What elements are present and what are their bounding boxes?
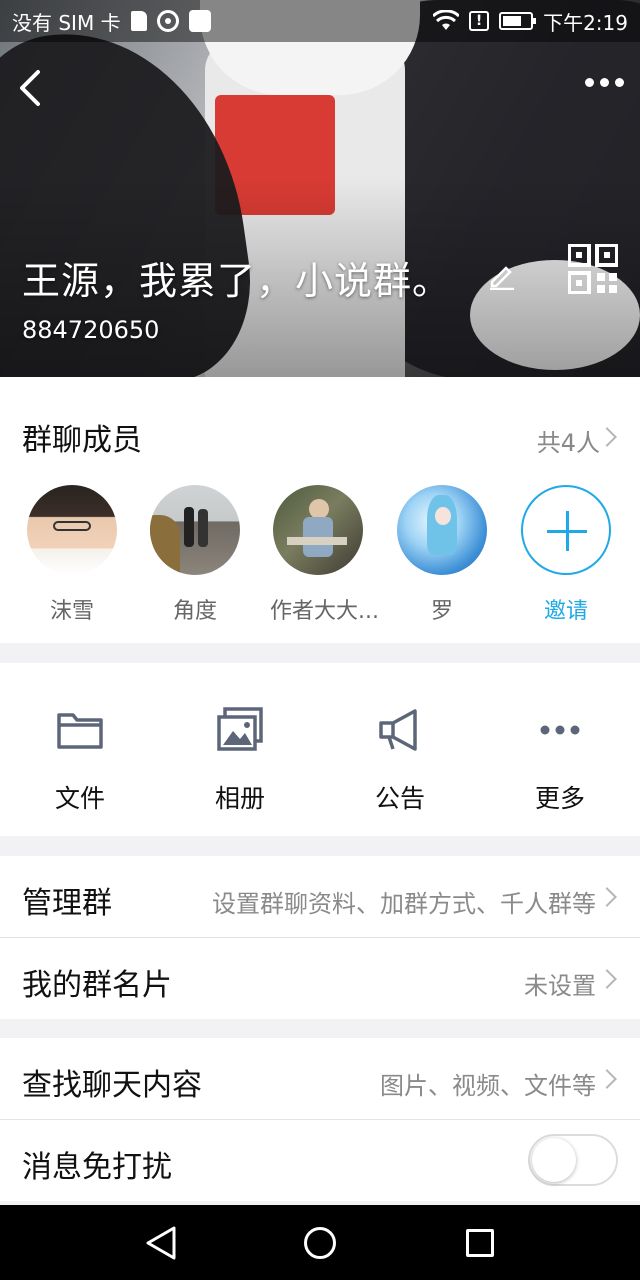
qr-code-icon[interactable] — [568, 244, 618, 294]
folder-icon — [57, 713, 103, 749]
member-item[interactable]: 角度 — [147, 485, 243, 625]
feature-album[interactable]: 相册 — [160, 663, 320, 836]
chevron-right-icon — [597, 969, 617, 989]
member-name: 作者大大... — [270, 599, 379, 624]
feature-label: 相册 — [214, 784, 265, 813]
megaphone-icon — [379, 709, 417, 751]
toggle-knob — [532, 1138, 576, 1182]
clock-text: 下午2:19 — [543, 10, 628, 35]
avatar — [150, 485, 240, 575]
carrier-text: 没有 SIM 卡 — [12, 10, 121, 35]
status-bar: 没有 SIM 卡 ! 下午2:19 — [0, 0, 640, 42]
feature-more[interactable]: 更多 — [480, 663, 640, 836]
system-nav-bar — [0, 1205, 640, 1280]
nav-recents-icon[interactable] — [466, 1229, 494, 1257]
back-arrow-icon[interactable] — [14, 68, 54, 108]
feature-announcement[interactable]: 公告 — [320, 663, 480, 836]
row-label: 管理群 — [22, 886, 112, 921]
row-value: 图片、视频、文件等 — [380, 1072, 596, 1100]
notification-icon — [188, 10, 211, 32]
members-title: 群聊成员 — [22, 423, 142, 458]
sd-card-icon — [130, 11, 147, 31]
chevron-right-icon — [597, 887, 617, 907]
do-not-disturb-toggle[interactable] — [528, 1134, 618, 1186]
chevron-right-icon — [597, 1069, 617, 1089]
camera-icon — [156, 10, 179, 32]
group-id: 884720650 — [22, 316, 160, 344]
nav-home-icon[interactable] — [304, 1227, 336, 1259]
row-value: 未设置 — [524, 972, 596, 1000]
nav-back-icon[interactable] — [144, 1225, 178, 1261]
member-item[interactable]: 罗 — [394, 485, 490, 625]
member-name: 沫雪 — [49, 599, 94, 624]
feature-files[interactable]: 文件 — [0, 663, 160, 836]
manage-group-row[interactable]: 管理群 设置群聊资料、加群方式、千人群等 — [0, 856, 640, 937]
avatar — [273, 485, 363, 575]
more-icon — [540, 725, 580, 735]
members-count-link[interactable]: 共4人 — [537, 423, 600, 458]
feature-grid: 文件 相册 公告 更多 — [0, 663, 640, 836]
alert-icon: ! — [469, 11, 490, 31]
member-name: 角度 — [172, 599, 217, 624]
feature-label: 公告 — [374, 784, 425, 813]
wifi-icon — [433, 10, 460, 30]
chevron-right-icon — [597, 427, 617, 447]
more-options-icon[interactable] — [585, 78, 624, 87]
invite-label: 邀请 — [543, 599, 588, 624]
member-item[interactable]: 作者大大... — [270, 485, 379, 625]
photo-album-icon — [217, 707, 263, 751]
battery-icon — [499, 12, 537, 30]
row-label: 消息免打扰 — [22, 1150, 172, 1185]
do-not-disturb-row: 消息免打扰 — [0, 1120, 640, 1201]
edit-icon[interactable] — [488, 262, 516, 290]
row-label: 查找聊天内容 — [22, 1068, 202, 1103]
invite-button[interactable]: 邀请 — [518, 485, 614, 625]
feature-label: 文件 — [54, 784, 105, 813]
member-name: 罗 — [430, 599, 453, 624]
feature-label: 更多 — [534, 784, 585, 813]
plus-icon — [521, 485, 611, 575]
my-group-card-row[interactable]: 我的群名片 未设置 — [0, 938, 640, 1019]
avatar — [27, 485, 117, 575]
row-label: 我的群名片 — [22, 968, 172, 1003]
members-section: 群聊成员 共4人 沫雪 角度 作者大大... 罗 邀请 — [0, 377, 640, 643]
member-item[interactable]: 沫雪 — [24, 485, 120, 625]
search-chat-row[interactable]: 查找聊天内容 图片、视频、文件等 — [0, 1038, 640, 1119]
group-name: 王源，我累了，小说群。 — [22, 259, 452, 303]
row-value: 设置群聊资料、加群方式、千人群等 — [212, 890, 596, 918]
avatar — [397, 485, 487, 575]
